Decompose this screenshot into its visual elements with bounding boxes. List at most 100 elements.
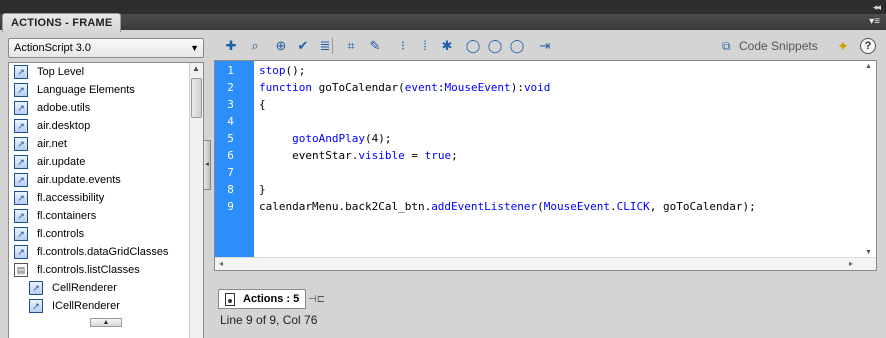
tree-item-label: air.update.events (37, 174, 121, 186)
package-icon: ↗ (14, 173, 28, 187)
package-icon: ↗ (14, 101, 28, 115)
show-hide-toolbox-button[interactable]: ⇥ (536, 37, 554, 55)
help-button[interactable]: ? (860, 38, 876, 54)
package-icon: ↗ (14, 209, 28, 223)
package-icon: ↗ (14, 65, 28, 79)
code-assistant-wand-icon[interactable]: ✦ (834, 37, 852, 55)
show-code-hint-button[interactable]: ⌗ (342, 37, 360, 55)
apply-block-comment-button[interactable]: ◯ (464, 37, 482, 55)
add-script-item-button[interactable]: ✚ (222, 37, 240, 55)
code-line[interactable]: stop(); (259, 62, 305, 79)
tree-item[interactable]: ↗ adobe.utils (9, 99, 203, 117)
editor-vertical-scrollbar[interactable]: ▲ ▼ (862, 61, 876, 261)
class-icon: ↗ (29, 281, 43, 295)
line-number: 3 (227, 98, 234, 111)
tree-item-label: fl.accessibility (37, 192, 105, 204)
tree-item-label: air.desktop (37, 120, 91, 132)
expand-all-button[interactable]: ✱ (438, 37, 456, 55)
tree-item[interactable]: ↗ air.desktop (9, 117, 203, 135)
actions-toolbar: ✚ ⌕ ⊕ ✔ ≣ ⌗ ✎ ⁝ ⁞ ✱ ◯ ◯ ◯ ⇥ ⧉ Code Snippets ✦ ? (214, 32, 886, 60)
class-icon: ↗ (29, 299, 43, 313)
scroll-right-icon[interactable]: ▸ (849, 259, 853, 268)
code-line[interactable]: eventStar.visible = true; (259, 147, 458, 164)
tree-scrollbar[interactable]: ▲ ▼ (189, 63, 203, 338)
language-version-select[interactable]: ActionScript 3.0 ▼ (8, 38, 204, 58)
package-icon: ↗ (14, 119, 28, 133)
tree-item-label: Language Elements (37, 84, 135, 96)
tree-item[interactable]: ↗ air.net (9, 135, 203, 153)
scroll-down-icon[interactable]: ▼ (865, 249, 872, 256)
tree-item[interactable]: ↗ CellRenderer (9, 279, 203, 297)
line-number: 4 (227, 115, 234, 128)
tree-item[interactable]: ▤ fl.controls.listClasses (9, 261, 203, 279)
code-snippets-button[interactable]: ⧉ Code Snippets (722, 37, 818, 55)
apply-line-comment-button[interactable]: ◯ (486, 37, 504, 55)
package-icon: ↗ (14, 245, 28, 259)
script-tabs-bar: Actions : 5 ⊣⊏ (214, 284, 886, 312)
find-button[interactable]: ⌕ (246, 37, 264, 55)
toolbox-resize-grip[interactable]: ▲ (90, 318, 122, 327)
line-number: 8 (227, 183, 234, 196)
line-number: 9 (227, 200, 234, 213)
collapse-selection-button[interactable]: ⁞ (416, 37, 434, 55)
tree-scroll-thumb[interactable] (191, 78, 202, 118)
line-number: 7 (227, 166, 234, 179)
tree-item-label: air.net (37, 138, 67, 150)
line-number: 6 (227, 149, 234, 162)
pin-script-icon[interactable]: ⊣⊏ (308, 293, 325, 307)
check-syntax-button[interactable]: ✔ (294, 37, 312, 55)
editor-horizontal-scrollbar[interactable]: ◂ ▸ (215, 257, 876, 270)
tree-item-label: fl.containers (37, 210, 97, 222)
line-number: 2 (227, 81, 234, 94)
tree-item-label: fl.controls.dataGridClasses (37, 246, 169, 258)
cursor-position-status: Line 9 of 9, Col 76 (220, 313, 318, 327)
script-document-icon (225, 293, 235, 306)
package-icon: ↗ (14, 83, 28, 97)
tree-item[interactable]: ↗ fl.controls (9, 225, 203, 243)
tree-item[interactable]: ↗ fl.controls.dataGridClasses (9, 243, 203, 261)
tree-item[interactable]: ↗ ICellRenderer (9, 297, 203, 315)
debug-options-button[interactable]: ✎ (366, 37, 384, 55)
insert-target-path-button[interactable]: ⊕ (272, 37, 290, 55)
tree-item[interactable]: ↗ air.update.events (9, 171, 203, 189)
line-number: 1 (227, 64, 234, 77)
tree-item-label: fl.controls (37, 228, 85, 240)
tree-item[interactable]: ↗ fl.containers (9, 207, 203, 225)
code-line[interactable]: function goToCalendar(event:MouseEvent):… (259, 79, 550, 96)
remove-comment-button[interactable]: ◯ (508, 37, 526, 55)
panel-tab-actions-frame[interactable]: ACTIONS - FRAME (2, 13, 122, 32)
line-number: 5 (227, 132, 234, 145)
collapse-panel-icon[interactable]: ◂◂ (873, 2, 881, 13)
code-line[interactable]: gotoAndPlay(4); (259, 130, 391, 147)
scroll-left-icon[interactable]: ◂ (219, 259, 223, 268)
tree-item[interactable]: ↗ fl.accessibility (9, 189, 203, 207)
panel-top-strip (0, 0, 886, 14)
code-line[interactable]: calendarMenu.back2Cal_btn.addEventListen… (259, 198, 756, 215)
tree-item-label: air.update (37, 156, 86, 168)
scroll-up-icon[interactable]: ▲ (192, 64, 200, 73)
tree-item[interactable]: ↗ Top Level (9, 63, 203, 81)
chevron-down-icon: ▼ (190, 43, 199, 53)
script-editor[interactable]: 1 stop(); 2 function goToCalendar(event:Mou… (214, 60, 877, 271)
script-tab-label: Actions : 5 (243, 293, 300, 305)
panel-menu-icon[interactable]: ▾≡ (869, 16, 880, 27)
open-package-icon: ▤ (14, 263, 28, 277)
panel-split-handle[interactable]: ◂ (203, 140, 211, 190)
tree-item-label: Top Level (37, 66, 85, 78)
code-line[interactable]: } (259, 181, 266, 198)
actions-toolbox: ActionScript 3.0 ▼ ↗ Top Level ↗ Language E… (0, 32, 212, 338)
package-icon: ↗ (14, 137, 28, 151)
package-icon: ↗ (14, 227, 28, 241)
code-snippets-icon: ⧉ (722, 39, 731, 53)
code-line[interactable]: { (259, 96, 266, 113)
collapse-between-braces-button[interactable]: ⁝ (394, 37, 412, 55)
package-icon: ↗ (14, 155, 28, 169)
tree-item-label: adobe.utils (37, 102, 91, 114)
scroll-up-icon[interactable]: ▲ (865, 63, 872, 70)
tree-item[interactable]: ↗ Language Elements (9, 81, 203, 99)
actions-tree[interactable]: ↗ Top Level ↗ Language Elements ↗ adobe.utils… (8, 62, 204, 338)
code-snippets-label: Code Snippets (739, 39, 818, 53)
tab-actions-5[interactable]: Actions : 5 (218, 289, 307, 309)
tree-item[interactable]: ↗ air.update (9, 153, 203, 171)
tree-item-label: fl.controls.listClasses (37, 264, 140, 276)
